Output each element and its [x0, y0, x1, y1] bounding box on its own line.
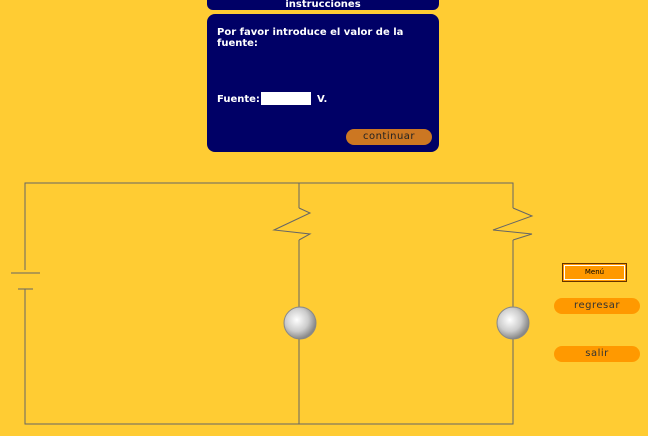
menu-button[interactable]: Menú [562, 263, 627, 282]
wire [24, 289, 514, 425]
instructions-dialog: Por favor introduce el valor de la fuent… [207, 14, 439, 152]
bulb-icon [496, 306, 530, 340]
bulb-icon [283, 306, 317, 340]
resistor-icon [492, 207, 534, 241]
exit-button[interactable]: salir [554, 346, 640, 362]
resistor-icon [272, 207, 312, 241]
continue-button[interactable]: continuar [346, 129, 432, 145]
dialog-title: instrucciones [285, 0, 361, 10]
back-button[interactable]: regresar [554, 298, 640, 314]
unit-label: V. [317, 94, 328, 105]
source-input[interactable] [261, 92, 311, 105]
wire [24, 182, 514, 270]
battery-icon [11, 272, 40, 290]
dialog-prompt: Por favor introduce el valor de la fuent… [217, 27, 404, 49]
source-label: Fuente: [217, 94, 260, 105]
